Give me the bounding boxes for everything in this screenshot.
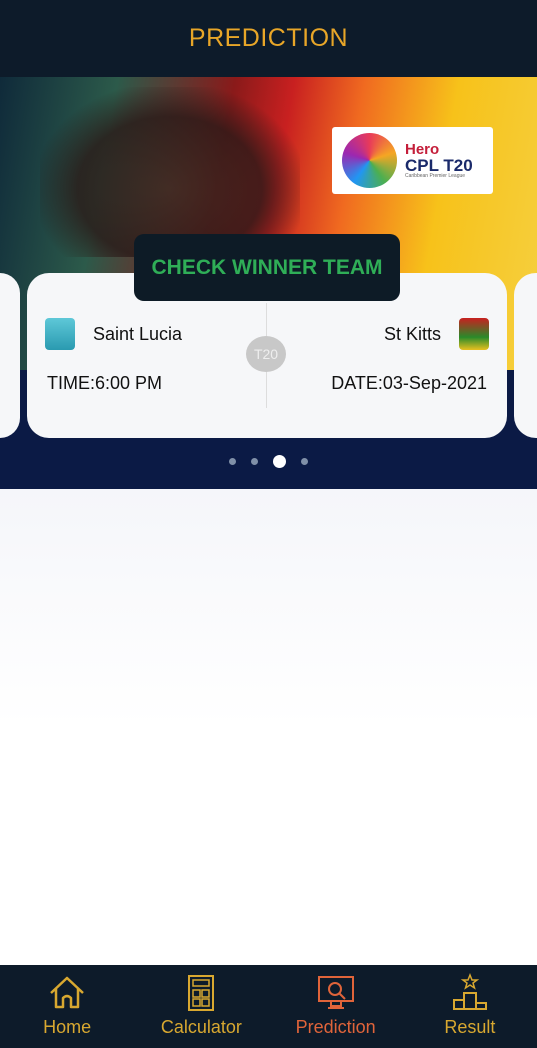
nav-prediction[interactable]: Prediction — [269, 965, 403, 1048]
podium-icon — [452, 973, 487, 1010]
carousel-indicator — [0, 455, 537, 468]
team-away-name: St Kitts — [383, 323, 441, 344]
team-away: St Kitts — [384, 318, 489, 350]
league-full-text: Caribbean Premier League — [405, 173, 466, 179]
nav-calculator[interactable]: Calculator — [134, 965, 268, 1048]
match-time: TIME:6:00 PM — [47, 373, 163, 393]
carousel-dot-active[interactable] — [273, 455, 286, 468]
nav-result[interactable]: Result — [403, 965, 537, 1048]
nav-home[interactable]: Home — [0, 965, 134, 1048]
carousel-dot[interactable] — [229, 458, 236, 465]
players-image — [40, 87, 300, 257]
cpl-emblem-icon — [342, 133, 397, 188]
page-title: PREDICTION — [188, 24, 349, 52]
home-icon — [50, 976, 84, 1009]
cpl-logo: Hero CPL T20 Caribbean Premier League — [332, 127, 493, 194]
nav-result-label: Result — [444, 1017, 496, 1037]
carousel-dot[interactable] — [251, 458, 258, 465]
format-badge: T20 — [246, 336, 286, 372]
nav-prediction-label: Prediction — [295, 1017, 376, 1037]
st-kitts-logo-icon — [459, 318, 489, 350]
team-home-name: Saint Lucia — [93, 323, 183, 344]
carousel-dot[interactable] — [301, 458, 308, 465]
match-card-prev[interactable] — [0, 273, 20, 438]
check-winner-team-button[interactable]: CHECK WINNER TEAM — [134, 234, 400, 301]
sponsor-text: Hero — [405, 141, 440, 158]
app-header: PREDICTION — [0, 0, 537, 77]
bottom-nav: Home Calculator Prediction Result — [0, 965, 537, 1048]
nav-calculator-label: Calculator — [160, 1017, 242, 1037]
team-home: Saint Lucia — [45, 318, 182, 350]
saint-lucia-logo-icon — [45, 318, 75, 350]
match-date: DATE:03-Sep-2021 — [331, 373, 487, 393]
monitor-analysis-icon — [317, 976, 354, 1009]
calculator-icon — [188, 975, 215, 1011]
nav-home-label: Home — [43, 1017, 92, 1037]
match-card-next[interactable] — [514, 273, 537, 438]
content-area — [0, 489, 537, 964]
league-text: CPL T20 — [405, 156, 473, 175]
